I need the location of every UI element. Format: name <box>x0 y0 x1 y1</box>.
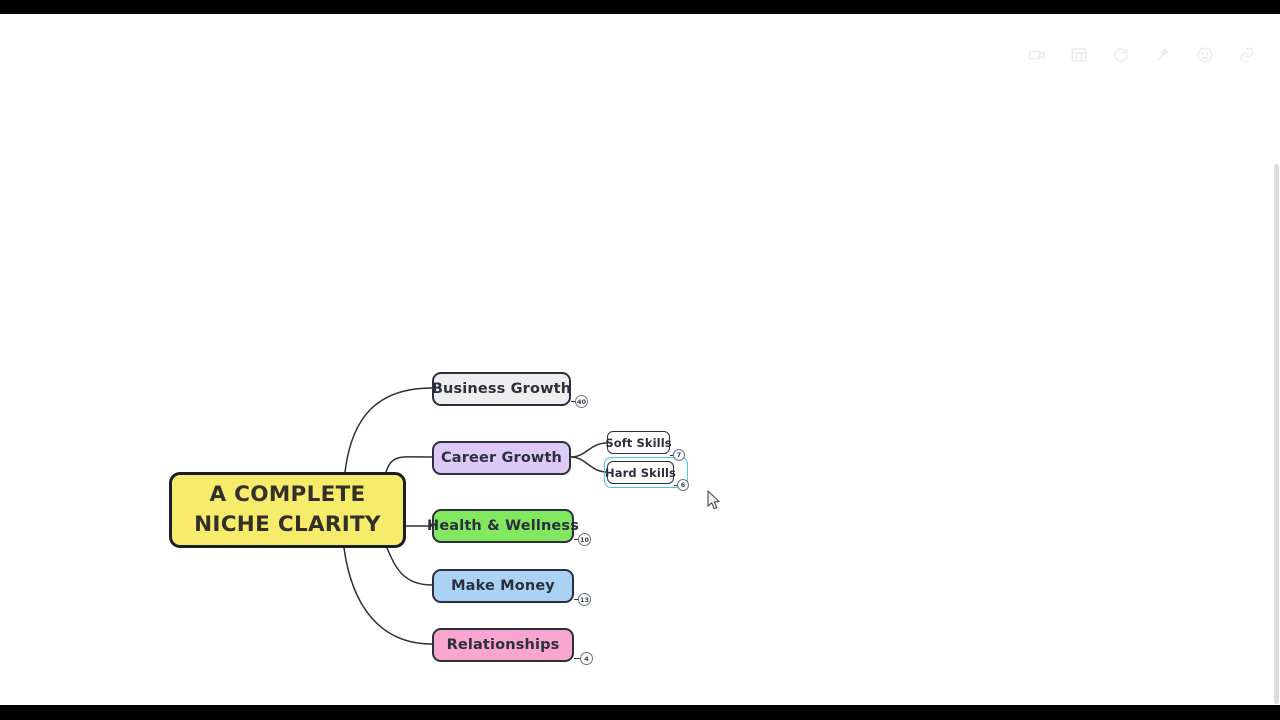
node-make-money-label: Make Money <box>451 578 555 594</box>
root-node-line-1: A COMPLETE <box>209 482 366 508</box>
node-relationships[interactable]: Relationships <box>432 628 574 662</box>
node-health-wellness-label: Health & Wellness <box>427 518 579 534</box>
video-camera-icon[interactable] <box>1026 44 1048 66</box>
badge-count-relationships-value: 4 <box>584 654 589 663</box>
refresh-icon[interactable] <box>1110 44 1132 66</box>
node-hard-skills-label: Hard Skills <box>605 465 676 480</box>
grid-layout-icon[interactable] <box>1068 44 1090 66</box>
link-icon[interactable] <box>1236 44 1258 66</box>
node-health-wellness[interactable]: Health & Wellness <box>427 509 579 543</box>
mindmap-root-node[interactable]: A COMPLETE NICHE CLARITY <box>169 472 406 548</box>
node-soft-skills[interactable]: Soft Skills <box>605 431 672 454</box>
emoji-icon[interactable] <box>1194 44 1216 66</box>
node-relationships-label: Relationships <box>446 637 560 653</box>
vertical-scrollbar-thumb[interactable] <box>1274 164 1279 704</box>
badge-count-hard-skills-value: 6 <box>680 481 686 489</box>
badge-count-make-money[interactable]: 13 <box>578 593 591 606</box>
badge-count-soft-skills[interactable]: 7 <box>673 449 685 461</box>
node-career-growth[interactable]: Career Growth <box>432 441 571 475</box>
root-node-line-2: NICHE CLARITY <box>194 511 381 537</box>
node-business-growth-label: Business Growth <box>431 381 572 397</box>
badge-count-hard-skills[interactable]: 6 <box>677 479 689 491</box>
letterbox-bottom-bar <box>0 705 1280 720</box>
badge-count-business-growth-value: 40 <box>576 397 587 406</box>
badge-count-make-money-value: 13 <box>579 595 590 604</box>
mindmap-canvas[interactable]: A COMPLETE NICHE CLARITY Business Growth… <box>0 14 1280 705</box>
node-business-growth[interactable]: Business Growth <box>432 372 571 406</box>
mindmap-nodes: A COMPLETE NICHE CLARITY Business Growth… <box>0 14 1280 705</box>
node-make-money[interactable]: Make Money <box>432 569 574 603</box>
badge-count-relationships[interactable]: 4 <box>580 652 593 665</box>
badge-count-business-growth[interactable]: 40 <box>575 395 588 408</box>
badge-count-health-wellness-value: 10 <box>579 535 590 544</box>
node-career-growth-label: Career Growth <box>440 450 563 466</box>
badge-count-soft-skills-value: 7 <box>676 451 682 459</box>
magic-wand-icon[interactable] <box>1152 44 1174 66</box>
node-hard-skills[interactable]: Hard Skills <box>605 461 676 484</box>
node-soft-skills-label: Soft Skills <box>605 435 672 450</box>
letterbox-top-bar <box>0 0 1280 14</box>
badge-count-health-wellness[interactable]: 10 <box>578 533 591 546</box>
mindmap-app-window: A COMPLETE NICHE CLARITY Business Growth… <box>0 0 1280 720</box>
canvas-toolbar <box>1026 44 1258 66</box>
